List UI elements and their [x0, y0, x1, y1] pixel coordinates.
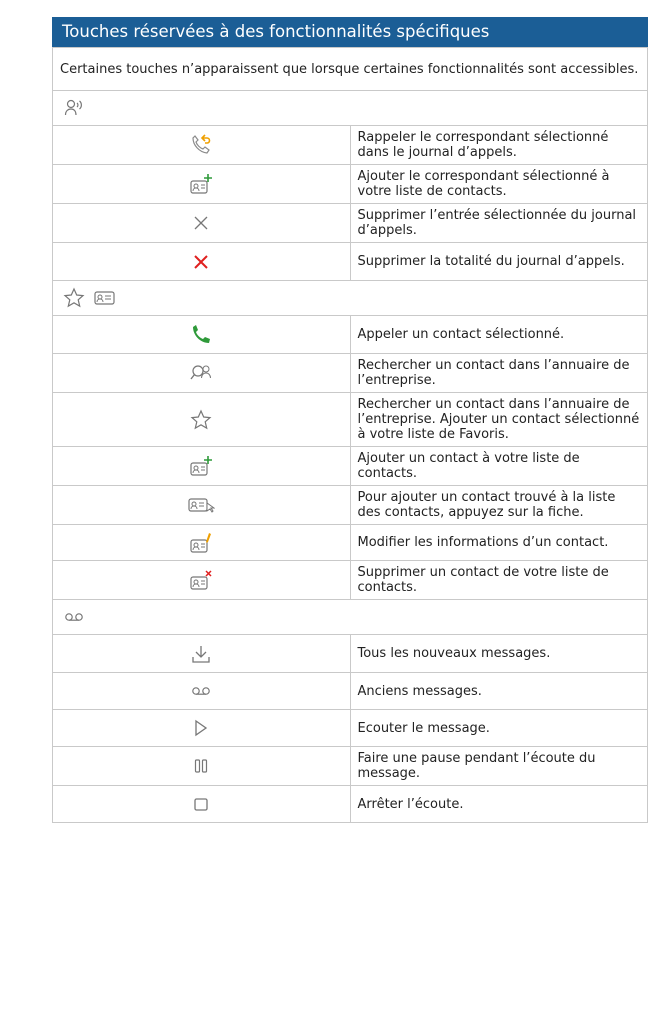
table-row: Pour ajouter un contact trouvé à la list… [52, 485, 648, 525]
row-description: Anciens messages. [349, 672, 648, 710]
intro-row: Certaines touches n’apparaissent que lor… [52, 47, 648, 91]
delete-icon[interactable] [192, 214, 210, 232]
favorite-star-icon[interactable] [190, 409, 212, 431]
contact-edit-icon[interactable] [188, 531, 214, 555]
table-row: Supprimer la totalité du journal d’appel… [52, 242, 648, 281]
row-description: Pour ajouter un contact trouvé à la list… [349, 485, 648, 525]
table-row: Tous les nouveaux messages. [52, 634, 648, 673]
table-row: Rechercher un contact dans l’annuaire de… [52, 353, 648, 393]
table-row: Rechercher un contact dans l’annuaire de… [52, 392, 648, 447]
page-title: Touches réservées à des fonctionnalités … [52, 17, 648, 47]
phone-call-icon[interactable] [189, 323, 213, 347]
table-row: Supprimer l’entrée sélectionnée du journ… [52, 203, 648, 243]
table-row: Faire une pause pendant l’écoute du mess… [52, 746, 648, 786]
callback-icon[interactable] [188, 132, 214, 158]
row-description: Supprimer un contact de votre liste de c… [349, 560, 648, 600]
contact-card-tap-icon[interactable] [187, 495, 216, 515]
table-row: Arrêter l’écoute. [52, 785, 648, 823]
table-row: Supprimer un contact de votre liste de c… [52, 560, 648, 600]
stop-icon[interactable] [192, 795, 210, 813]
row-description: Arrêter l’écoute. [349, 785, 648, 823]
contact-add-icon[interactable] [188, 172, 214, 196]
row-description: Modifier les informations d’un contact. [349, 524, 648, 561]
table-row: Ajouter le correspondant sélectionné à v… [52, 164, 648, 204]
section-header [52, 90, 648, 126]
row-description: Ecouter le message. [349, 709, 648, 747]
new-messages-icon[interactable] [190, 643, 212, 665]
row-description: Appeler un contact sélectionné. [349, 315, 648, 354]
row-description: Tous les nouveaux messages. [349, 634, 648, 673]
table-row: Ecouter le message. [52, 709, 648, 747]
row-description: Supprimer la totalité du journal d’appel… [349, 242, 648, 281]
intro-text: Certaines touches n’apparaissent que lor… [52, 47, 648, 91]
play-icon[interactable] [193, 719, 209, 737]
voicemail-icon[interactable] [190, 684, 212, 698]
feature-keys-page: Touches réservées à des fonctionnalités … [52, 17, 648, 823]
voicemail-icon [65, 613, 83, 621]
star-icon [63, 287, 85, 308]
row-description: Supprimer l’entrée sélectionnée du journ… [349, 203, 648, 243]
section-header [52, 599, 648, 635]
row-description: Rechercher un contact dans l’annuaire de… [349, 353, 648, 393]
contact-delete-icon[interactable] [188, 568, 214, 592]
table-row: Ajouter un contact à votre liste de cont… [52, 446, 648, 486]
speaker-person-icon [64, 99, 82, 116]
table-row: Appeler un contact sélectionné. [52, 315, 648, 354]
row-description: Rappeler le correspondant sélectionné da… [349, 125, 648, 165]
delete-all-icon[interactable] [192, 253, 210, 271]
row-description: Rechercher un contact dans l’annuaire de… [349, 392, 648, 447]
table-row: Rappeler le correspondant sélectionné da… [52, 125, 648, 165]
table-row: Anciens messages. [52, 672, 648, 710]
row-description: Ajouter le correspondant sélectionné à v… [349, 164, 648, 204]
contact-card-icon [94, 291, 115, 305]
pause-icon[interactable] [193, 757, 209, 775]
table-row: Modifier les informations d’un contact. [52, 524, 648, 561]
directory-search-icon[interactable] [189, 362, 213, 384]
feature-keys-table: Certaines touches n’apparaissent que lor… [52, 47, 648, 823]
contact-add-icon[interactable] [188, 454, 214, 478]
row-description: Faire une pause pendant l’écoute du mess… [349, 746, 648, 786]
row-description: Ajouter un contact à votre liste de cont… [349, 446, 648, 486]
section-header [52, 280, 648, 316]
